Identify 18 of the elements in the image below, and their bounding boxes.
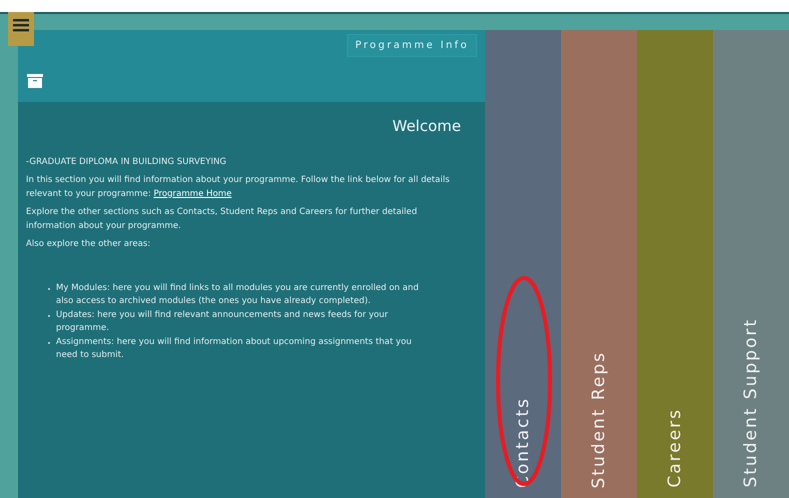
section-tile[interactable]: Careers	[637, 30, 713, 498]
welcome-heading: Welcome	[391, 120, 461, 134]
area-description: Updates: here you will find relevant announcements and news feeds for your programme.	[56, 308, 390, 335]
explore-text: Explore the other sections such as Contacts, Student Reps and Careers for further detailed information about your programme.	[26, 206, 418, 232]
section-tile[interactable]: Student Support	[713, 30, 789, 498]
programme-title: -GRADUATE DIPLOMA IN BUILDING SURVEYING	[26, 156, 228, 168]
programme-home-link[interactable]: Programme Home	[154, 188, 232, 198]
tile-label: Student Support	[741, 318, 761, 488]
intro-text: In this section you will find information about your programme. Follow the link below for all details relevant to your programme: Programme Home	[26, 174, 451, 200]
tile-label: Careers	[665, 408, 685, 488]
area-description: My Modules: here you will find links to all modules you are currently enrolled on and also access to archived modules (the ones you have already completed).	[56, 282, 420, 308]
area-description: Assignments: here you will find information about upcoming assignments that you need to submit.	[56, 336, 413, 362]
menu-icon[interactable]	[8, 12, 34, 46]
programme-info-button[interactable]: Programme Info	[347, 34, 477, 57]
archive-box-icon[interactable]	[27, 74, 43, 88]
section-tile[interactable]: Student Reps	[561, 30, 637, 498]
areas-intro-text: Also explore the other areas:	[26, 238, 152, 251]
tile-label: Student Reps	[589, 350, 609, 488]
